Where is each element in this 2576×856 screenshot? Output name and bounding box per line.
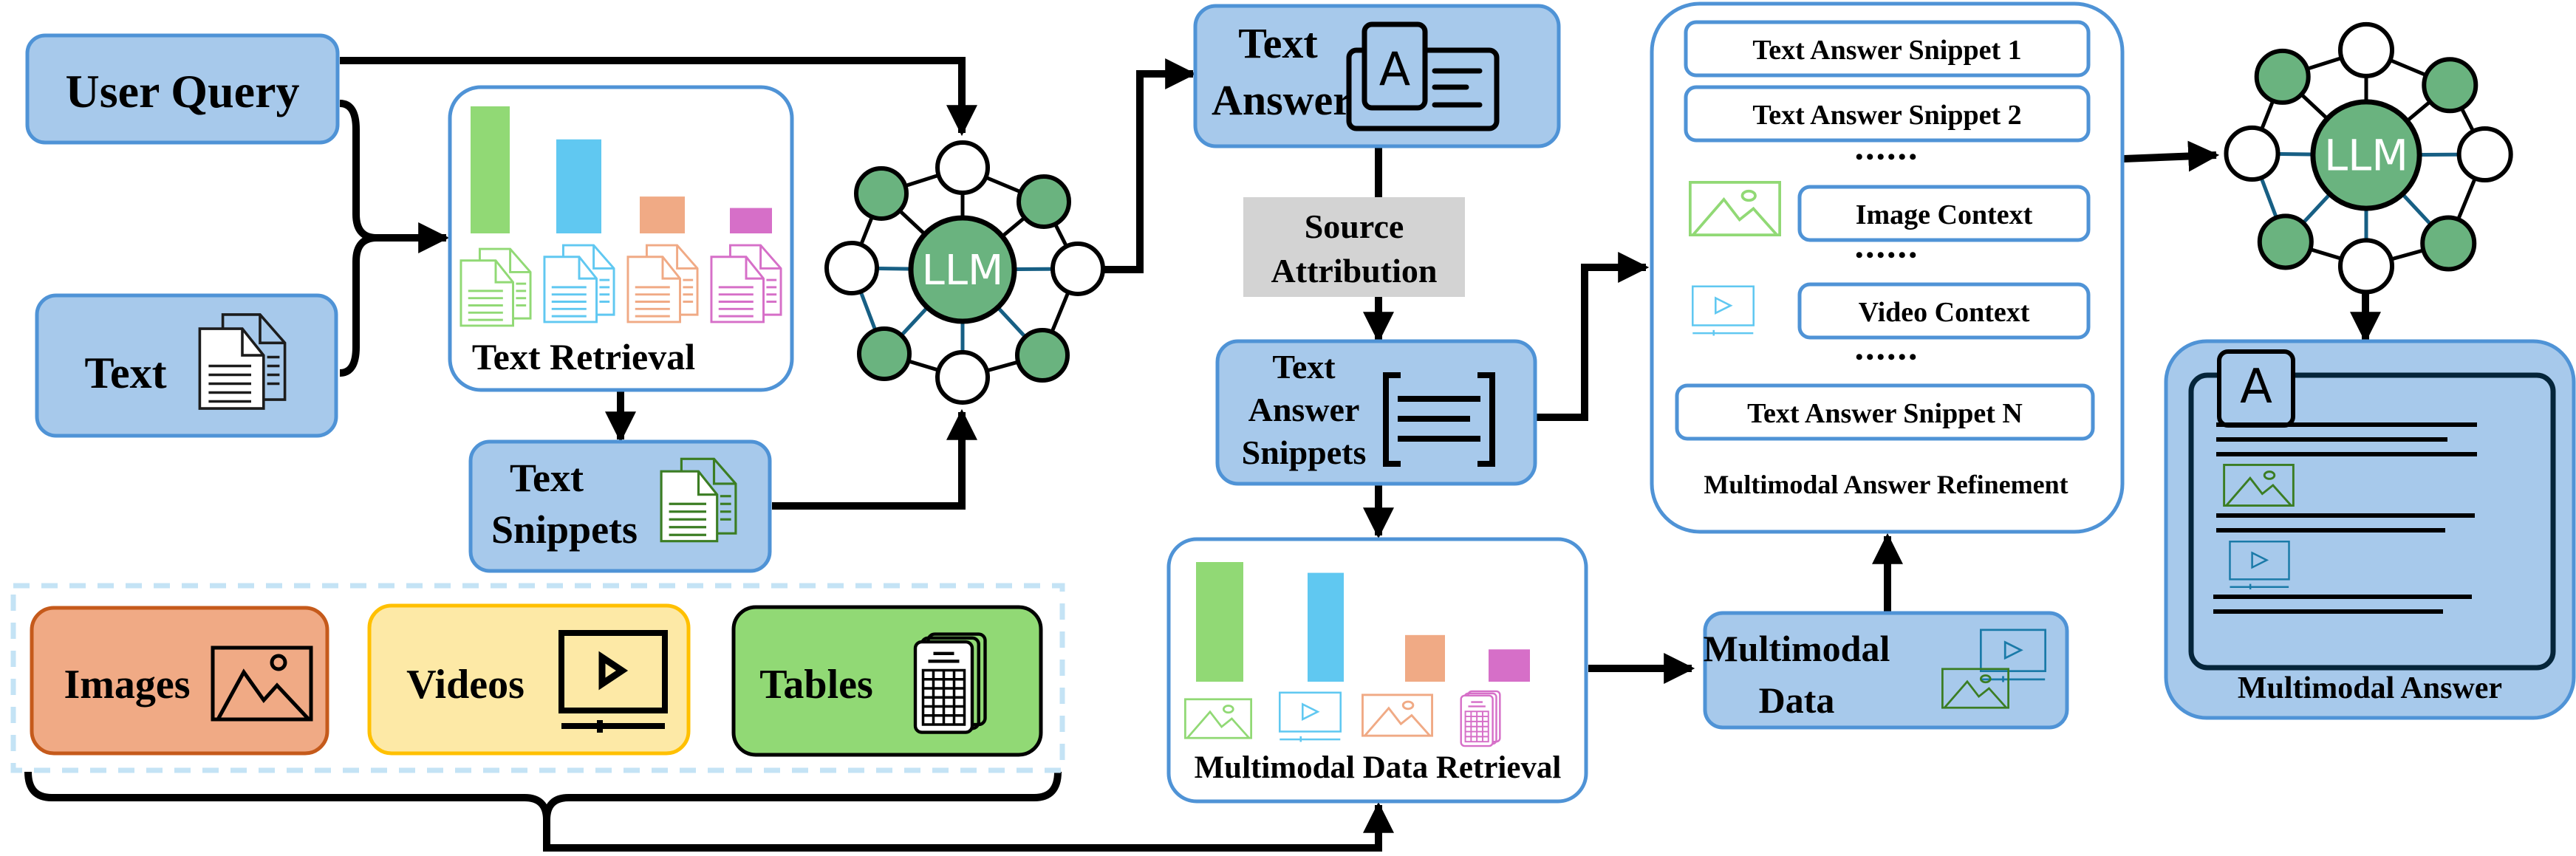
network-node (1017, 174, 1071, 229)
network-node (2337, 238, 2395, 295)
mm-data-line1: Multimodal (1704, 628, 1890, 669)
refinement-title: Multimodal Answer Refinement (1704, 470, 2068, 499)
videos-source-box[interactable]: Videos (367, 603, 691, 756)
network-node (2337, 21, 2395, 78)
multimodal-data-box[interactable]: Multimodal Data (1703, 611, 2069, 730)
network-node (854, 166, 909, 221)
text-answer-line2: Answer (1212, 76, 1352, 124)
multimodal-answer-box[interactable]: A Multimodal Answer (2164, 339, 2576, 720)
tas-line3: Snippets (1242, 434, 1367, 471)
text-retrieval-panel[interactable]: Text Retrieval (448, 85, 794, 392)
mm-data-line2: Data (1759, 679, 1835, 721)
arrow-llm-to-text-answer (1104, 58, 1197, 273)
relevance-bar (1196, 562, 1243, 682)
answer-letter-icon: A (2240, 360, 2272, 414)
bracket-inputs (339, 100, 377, 377)
network-node (2422, 57, 2478, 114)
text-snippets-line1: Text (510, 456, 584, 500)
network-node (2456, 126, 2513, 182)
llm-label: LLM (2324, 131, 2408, 181)
multimodal-retrieval-label: Multimodal Data Retrieval (1195, 750, 1562, 785)
llm-label: LLM (922, 247, 1004, 295)
tables-source-box[interactable]: Tables (731, 605, 1043, 757)
llm-network-2: LLM (2224, 21, 2513, 295)
refinement-item-label: Text Answer Snippet 2 (1752, 100, 2021, 131)
relevance-bar (1489, 649, 1530, 682)
network-node (935, 140, 990, 195)
multimodal-retrieval-panel[interactable]: Multimodal Data Retrieval (1166, 537, 1588, 804)
user-query-box[interactable]: User Query (25, 33, 340, 145)
ellipsis: •••••• (1855, 345, 1919, 369)
network-node (2257, 213, 2314, 270)
relevance-bar (1405, 634, 1445, 682)
relevance-bar (556, 139, 601, 233)
network-node (2420, 215, 2477, 272)
arrow-snippets-to-refinement (1537, 252, 1650, 421)
text-input-label: Text (84, 349, 166, 397)
network-node (2224, 125, 2281, 182)
tas-line2: Answer (1248, 391, 1360, 428)
ellipsis: •••••• (1855, 145, 1919, 169)
rag-pipeline-diagram: User Query Text Text Retrieval Text Snip… (10, 1, 2576, 852)
text-answer-box[interactable]: Text Answer A (1193, 4, 1561, 148)
text-retrieval-label: Text Retrieval (472, 336, 695, 377)
brace-modalities (24, 771, 1062, 821)
images-source-box[interactable]: Images (30, 606, 329, 756)
network-node (824, 241, 879, 295)
network-node (1050, 242, 1105, 296)
text-input-box[interactable]: Text (35, 293, 338, 438)
text-answer-line1: Text (1238, 19, 1318, 67)
network-node (935, 350, 990, 405)
source-attribution-box[interactable]: Source Attribution (1243, 197, 1465, 297)
videos-label: Videos (406, 662, 525, 708)
refinement-panel[interactable]: Text Answer Snippet 1 Text Answer Snippet… (1650, 1, 2125, 534)
arrow-snippets-to-llm (772, 408, 977, 510)
multimodal-answer-label: Multimodal Answer (2238, 671, 2502, 705)
relevance-bar (640, 196, 685, 233)
ellipsis: •••••• (1855, 243, 1919, 267)
source-attribution-line1: Source (1305, 208, 1404, 245)
relevance-bar (730, 208, 772, 233)
source-attribution-line2: Attribution (1271, 252, 1438, 290)
refinement-item-label: Image Context (1856, 199, 2033, 230)
answer-letter-icon: A (1379, 42, 1410, 96)
images-label: Images (64, 662, 190, 708)
user-query-label: User Query (66, 65, 300, 117)
network-node (2254, 48, 2311, 105)
refinement-item-label: Text Answer Snippet N (1747, 398, 2023, 429)
refinement-item-label: Text Answer Snippet 1 (1752, 35, 2021, 66)
relevance-bar (471, 106, 510, 233)
refinement-item-label: Video Context (1859, 297, 2030, 328)
relevance-bar (1308, 572, 1344, 682)
text-answer-snippets-box[interactable]: Text Answer Snippets (1215, 339, 1537, 486)
tables-label: Tables (759, 662, 873, 708)
network-node (857, 326, 912, 381)
llm-network-1: LLM (824, 140, 1105, 405)
arrow-refinement-to-llm (2123, 140, 2220, 172)
text-snippets-line2: Snippets (491, 507, 638, 552)
arrow-modalities-to-mm-retrieval (543, 801, 1394, 852)
network-node (1015, 328, 1070, 383)
tas-line1: Text (1272, 348, 1336, 386)
text-snippets-box[interactable]: Text Snippets (468, 439, 772, 573)
